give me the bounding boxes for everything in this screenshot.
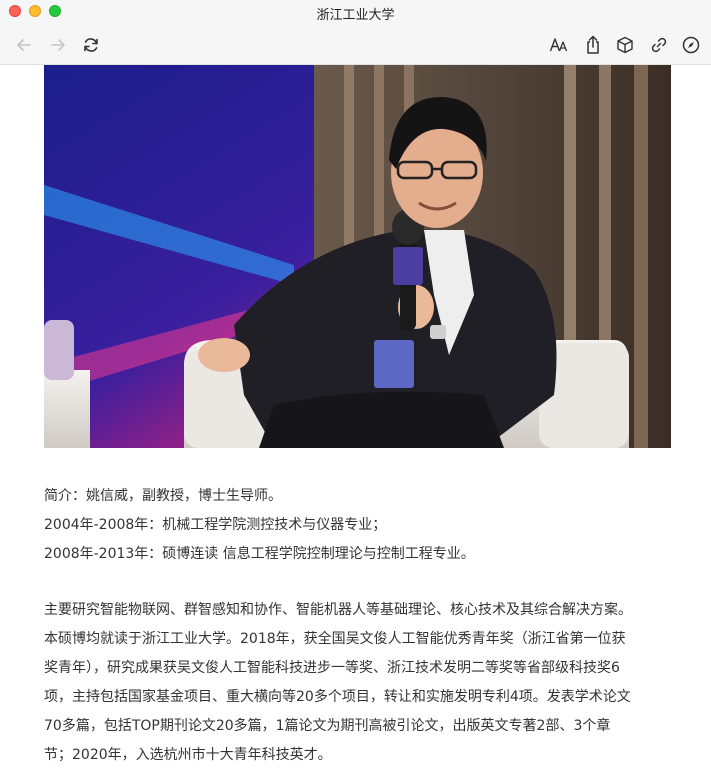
- bio-line: 奖青年），研究成果获吴文俊人工智能科技进步一等奖、浙江技术发明二等奖等省部级科技…: [44, 660, 620, 676]
- text-size-icon[interactable]: [549, 35, 569, 55]
- reload-icon[interactable]: [81, 35, 101, 55]
- arrow-right-icon[interactable]: [48, 35, 68, 55]
- browser-window: 浙江工业大学 简介：姚信威，副教授，博士生导师。 2004年-2008年：机械工…: [0, 0, 711, 773]
- intro-line-3: 2008年-2013年：硕博连读 信息工程学院控制理论与控制工程专业。: [44, 546, 475, 562]
- bio-line: 项，主持包括国家基金项目、重大横向等20多个项目，转让和实施发明专利4项。发表学…: [44, 689, 631, 705]
- toolbar: [0, 24, 711, 65]
- cube-icon[interactable]: [615, 35, 635, 55]
- portrait-photo: [44, 65, 671, 448]
- bio-line: 主要研究智能物联网、群智感知和协作、智能机器人等基础理论、核心技术及其综合解决方…: [44, 602, 632, 618]
- page-content: 简介：姚信威，副教授，博士生导师。 2004年-2008年：机械工程学院测控技术…: [0, 65, 711, 773]
- intro-line-2: 2004年-2008年：机械工程学院测控技术与仪器专业；: [44, 517, 387, 533]
- bio-line: 70多篇，包括TOP期刊论文20多篇，1篇论文为期刊高被引论文，出版英文专著2部…: [44, 718, 611, 734]
- bio-line: 节；2020年，入选杭州市十大青年科技英才。: [44, 747, 332, 763]
- link-icon[interactable]: [649, 35, 669, 55]
- intro-line-1: 简介：姚信威，副教授，博士生导师。: [44, 488, 282, 504]
- window-title: 浙江工业大学: [316, 8, 395, 23]
- bio-line: 本硕博均就读于浙江工业大学。2018年，获全国吴文俊人工智能优秀青年奖（浙江省第…: [44, 631, 626, 647]
- arrow-left-icon[interactable]: [14, 35, 34, 55]
- share-icon[interactable]: [583, 35, 603, 55]
- compass-icon[interactable]: [681, 35, 701, 55]
- title-bar: 浙江工业大学: [0, 0, 711, 24]
- intro-section: 简介：姚信威，副教授，博士生导师。 2004年-2008年：机械工程学院测控技术…: [44, 482, 684, 569]
- bio-paragraph: 主要研究智能物联网、群智感知和协作、智能机器人等基础理论、核心技术及其综合解决方…: [44, 596, 684, 770]
